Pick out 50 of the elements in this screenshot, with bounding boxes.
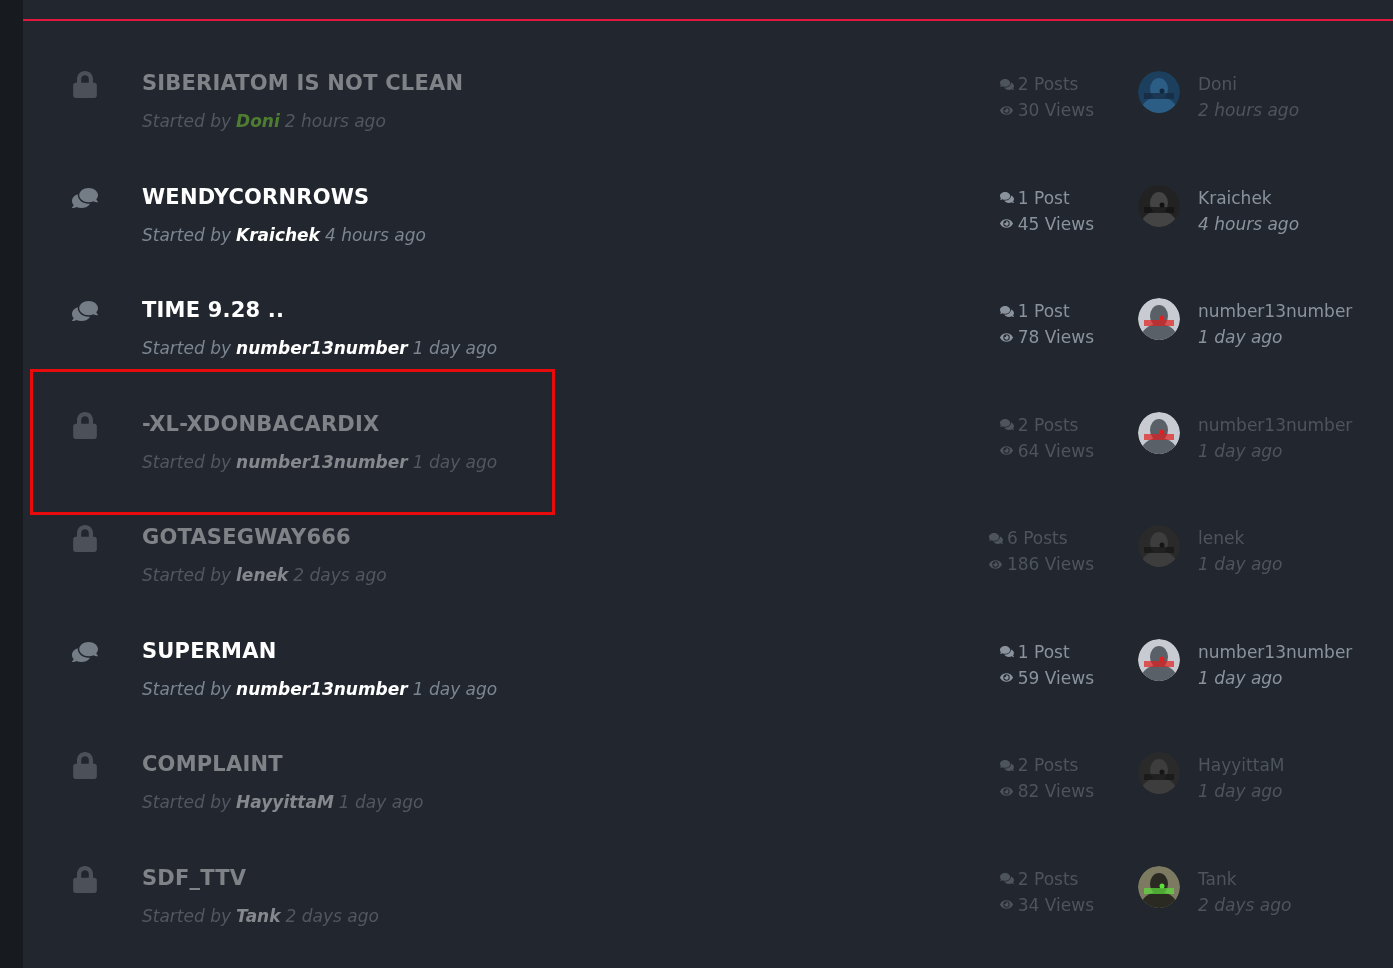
thread-title[interactable]: SUPERMAN [142,638,1000,663]
thread-title[interactable]: COMPLAINT [142,752,1000,776]
views-icon [999,330,1013,344]
posts-icon [999,191,1014,204]
views-icon [999,103,1013,117]
started-time: 1 day ago [412,677,498,701]
author-name[interactable]: lenek [236,563,289,587]
started-time: 4 hours ago [324,223,426,247]
posts-icon [999,872,1014,885]
thread-title[interactable]: SIBERIATOM IS NOT CLEAN [142,71,1000,95]
views-icon [999,671,1013,684]
posts-count: 1 Post [1017,640,1070,664]
last-post-time: 1 day ago [1198,326,1284,349]
views-count: 59 Views [1017,666,1094,690]
last-poster[interactable]: Kraichek [1198,184,1393,211]
author-name[interactable]: number13number [236,336,408,360]
views-icon [999,898,1013,911]
posts-count: 1 Post [1017,300,1070,323]
started-by-label: Started by [142,337,232,360]
views-count: 45 Views [1017,212,1094,236]
thread-title[interactable]: TIME 9.28 .. [142,298,1000,322]
views-count: 78 Views [1017,326,1094,349]
posts-icon [999,77,1014,91]
author-name[interactable]: number13number [236,676,408,701]
last-poster[interactable]: number13number [1198,298,1393,324]
posts-icon [999,645,1014,658]
posts-icon [988,531,1003,545]
started-by-label: Started by [142,223,232,247]
author-name[interactable]: Tank [236,903,281,928]
views-icon [999,444,1013,457]
thread-title[interactable]: -XL-XDONBACARDIX [142,411,1000,436]
views-icon [988,557,1002,571]
posts-icon [999,418,1014,431]
thread-title[interactable]: GOTASEGWAY666 [142,525,989,549]
started-time: 1 day ago [412,337,498,360]
author-name[interactable]: HayyittaM [236,790,334,814]
author-name[interactable]: Kraichek [236,222,320,247]
thread-title[interactable]: WENDYCORNROWS [142,184,1000,209]
posts-icon [999,758,1014,772]
started-by-label: Started by [142,677,232,701]
last-post-time: 4 hours ago [1198,212,1301,236]
thread-title[interactable]: SDF_TTV [142,865,1000,890]
last-poster[interactable]: number13number [1198,638,1393,665]
author-name[interactable]: number13number [236,449,408,474]
views-icon [999,784,1013,798]
posts-icon [999,304,1014,318]
author-name[interactable]: Doni [236,109,280,133]
last-post-time: 1 day ago [1198,666,1284,690]
views-icon [999,217,1013,230]
posts-count: 1 Post [1017,186,1070,210]
